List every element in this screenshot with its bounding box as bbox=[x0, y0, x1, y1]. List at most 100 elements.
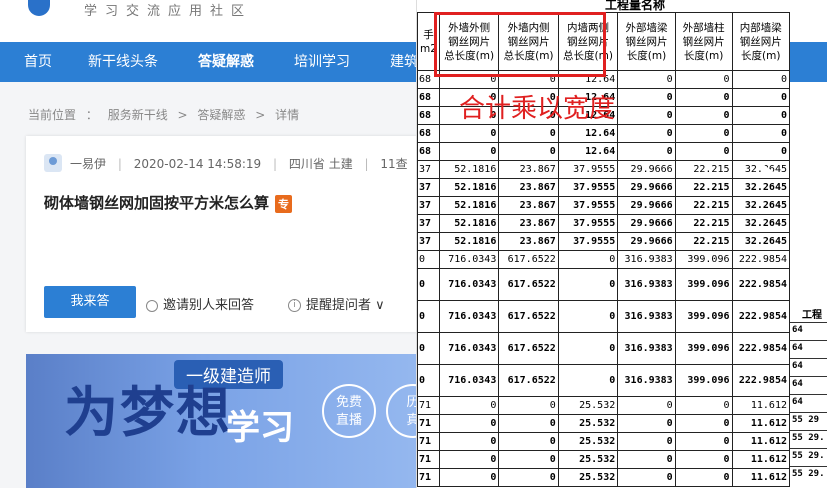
table-cell: 0 bbox=[617, 106, 676, 125]
question-views: 11查 bbox=[380, 157, 408, 171]
table-cell: 0 bbox=[498, 432, 559, 451]
table-cell: 32.2645 bbox=[731, 232, 790, 251]
annotation-text: 合计乘以宽度 bbox=[459, 94, 616, 124]
table-cell: 0 bbox=[731, 88, 790, 107]
table-cell: 0 bbox=[557, 250, 619, 269]
breadcrumb-colon: ： bbox=[85, 108, 98, 122]
table-cell: 0 bbox=[557, 364, 619, 397]
table-cell: 11.612 bbox=[731, 396, 790, 415]
table-cell: 716.0343 bbox=[438, 250, 500, 269]
table-cell: 0 bbox=[438, 142, 500, 161]
table-cell: 0 bbox=[731, 124, 790, 143]
table-cell: 22.215 bbox=[674, 178, 733, 197]
table-cell: 0 bbox=[498, 414, 559, 433]
banner-headline: 为梦想 bbox=[64, 381, 232, 444]
breadcrumb-current: 详情 bbox=[275, 108, 300, 122]
table-cell: 25.532 bbox=[557, 396, 619, 415]
strip-row: 64 bbox=[790, 394, 827, 409]
table-cell: 0 bbox=[617, 432, 676, 451]
table-cell: 0 bbox=[417, 364, 440, 397]
table-cell: 22.215 bbox=[674, 160, 733, 179]
table-cell: 0 bbox=[498, 142, 559, 161]
table-cell: 0 bbox=[617, 124, 676, 143]
table-cell: 0 bbox=[498, 396, 559, 415]
table-cell: 0 bbox=[674, 468, 733, 487]
table-cell: 23.867 bbox=[498, 178, 559, 197]
table-cell: 0 bbox=[557, 300, 619, 333]
table-cell: 716.0343 bbox=[438, 332, 500, 365]
nav-headlines[interactable]: 新干线头条 bbox=[88, 42, 158, 82]
table-cell: 0 bbox=[731, 70, 790, 89]
promo-banner[interactable]: 一级建造师 为梦想 学习 免费 直播 历 真 bbox=[26, 354, 421, 488]
quantity-table: 手 m2 外墙外侧 钢丝网片 总长度(m) 外墙内侧 钢丝网片 总长度(m) 内墙两侧 钢丝网片总… bbox=[417, 12, 790, 487]
site-logo-icon[interactable] bbox=[28, 0, 50, 16]
table-cell: 0 bbox=[498, 468, 559, 487]
table-cell: 68 bbox=[417, 124, 440, 143]
table-cell: 399.096 bbox=[674, 332, 733, 365]
user-plus-icon bbox=[146, 299, 158, 312]
table-cell: 68 bbox=[417, 88, 440, 107]
answer-button[interactable]: 我来答 bbox=[44, 286, 136, 318]
table-cell: 0 bbox=[731, 142, 790, 161]
table-cell: 25.532 bbox=[557, 414, 619, 433]
table-cell: 37 bbox=[417, 160, 440, 179]
table-row: 37 52.1816 23.867 37.9555 29.9666 22.215 32.26… bbox=[417, 196, 790, 215]
invite-button[interactable]: 邀请别人来回答 bbox=[146, 294, 254, 313]
table-row: 0 716.0343 617.6522 0 316.9383 399.096 222.985… bbox=[417, 250, 790, 269]
table-row: 37 52.1816 23.867 37.9555 29.9666 22.215 32.26… bbox=[417, 214, 790, 233]
table-cell: 222.9854 bbox=[731, 364, 790, 397]
table-row: 0 716.0343 617.6522 0 316.9383 399.096 222.985… bbox=[417, 332, 790, 365]
table-cell: 22.215 bbox=[674, 196, 733, 215]
nav-qa[interactable]: 答疑解惑 bbox=[198, 42, 254, 82]
table-cell: 0 bbox=[674, 142, 733, 161]
table-cell: 0 bbox=[674, 70, 733, 89]
table-cell: 37.9555 bbox=[557, 196, 619, 215]
table-cell: 22.215 bbox=[674, 214, 733, 233]
table-row: 68 0 0 12.64 0 0 0 bbox=[417, 124, 790, 143]
avatar[interactable] bbox=[44, 154, 62, 172]
table-cell: 71 bbox=[417, 432, 440, 451]
table-cell: 0 bbox=[674, 432, 733, 451]
table-cell: 37 bbox=[417, 232, 440, 251]
nav-home[interactable]: 首页 bbox=[24, 42, 52, 82]
table-cell: 0 bbox=[617, 414, 676, 433]
table-cell: 399.096 bbox=[674, 300, 733, 333]
nav-training[interactable]: 培训学习 bbox=[294, 42, 350, 82]
question-location: 四川省 土建 bbox=[288, 157, 353, 171]
table-row: 0 716.0343 617.6522 0 316.9383 399.096 222.985… bbox=[417, 300, 790, 333]
table-cell: 29.9666 bbox=[617, 196, 676, 215]
table-row: 71 0 0 25.532 0 0 11.612 bbox=[417, 468, 790, 487]
table-cell: 52.1816 bbox=[438, 232, 500, 251]
column-header: 内部墙梁 钢丝网片 长度(m) bbox=[731, 12, 790, 71]
question-title: 砌体墙钢丝网加固按平方米怎么算 bbox=[44, 194, 270, 212]
table-cell: 29.9666 bbox=[617, 214, 676, 233]
question-datetime: 2020-02-14 14:58:19 bbox=[133, 157, 262, 171]
table-cell: 617.6522 bbox=[498, 250, 559, 269]
remind-button[interactable]: i 提醒提问者 ∨ bbox=[288, 294, 385, 313]
table-cell: 22.215 bbox=[674, 232, 733, 251]
table-cell: 52.1816 bbox=[438, 196, 500, 215]
breadcrumb-sep: > bbox=[177, 108, 188, 122]
table-cell: 0 bbox=[617, 396, 676, 415]
table-cell: 0 bbox=[417, 300, 440, 333]
nav-construction[interactable]: 建筑 bbox=[390, 42, 418, 82]
table-cell: 222.9854 bbox=[731, 300, 790, 333]
table-cell: 11.612 bbox=[731, 450, 790, 469]
strip-row: 55 29. bbox=[790, 448, 827, 463]
table-cell: 0 bbox=[731, 106, 790, 125]
banner-free-live[interactable]: 免费 直播 bbox=[322, 384, 376, 438]
strip-row: 55 29. bbox=[790, 466, 827, 481]
table-row: 71 0 0 25.532 0 0 11.612 bbox=[417, 450, 790, 469]
table-cell: 316.9383 bbox=[617, 250, 676, 269]
question-user[interactable]: 一易伊 bbox=[70, 157, 106, 171]
strip-row: 64 bbox=[790, 376, 827, 391]
highlight-box bbox=[434, 12, 606, 77]
breadcrumb-link-qa[interactable]: 答疑解惑 bbox=[197, 108, 245, 122]
breadcrumb-link-service[interactable]: 服务新干线 bbox=[108, 108, 168, 122]
table-cell: 0 bbox=[438, 468, 500, 487]
expert-badge: 专 bbox=[275, 194, 293, 213]
table-cell: 25.532 bbox=[557, 432, 619, 451]
breadcrumb-sep: > bbox=[255, 108, 266, 122]
table-cell: 68 bbox=[417, 106, 440, 125]
strip-row: 55 29 bbox=[790, 412, 827, 427]
